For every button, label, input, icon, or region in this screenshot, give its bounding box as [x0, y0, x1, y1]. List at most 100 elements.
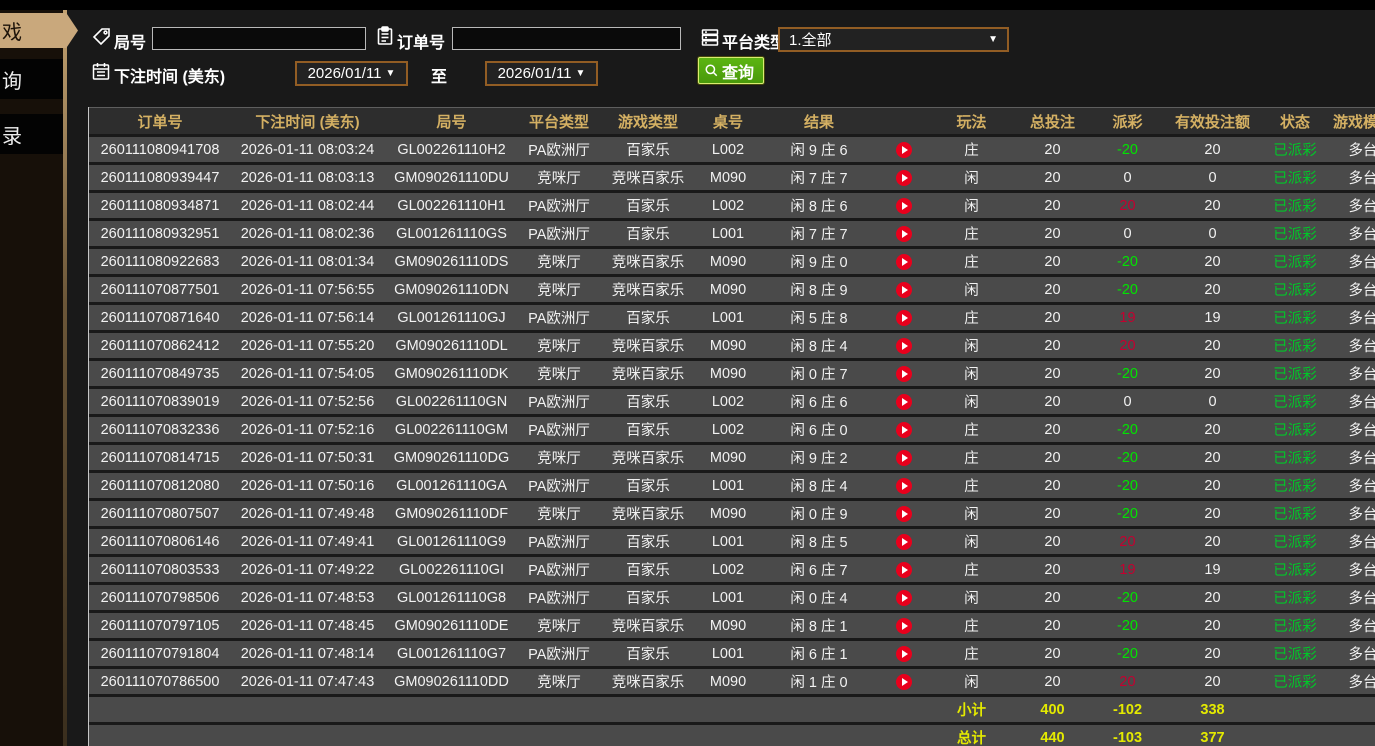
- cell-status: 已派彩: [1273, 367, 1317, 383]
- cell-game-mode: 多台: [1348, 143, 1375, 159]
- chevron-down-icon: ▼: [575, 68, 586, 79]
- cell-game-type: 百家乐: [626, 535, 670, 551]
- replay-play-icon[interactable]: [896, 505, 912, 522]
- header-payout: 派彩: [1112, 113, 1143, 131]
- replay-play-icon[interactable]: [896, 281, 912, 298]
- cell-status: 已派彩: [1273, 507, 1317, 523]
- cell-status: 已派彩: [1273, 283, 1317, 299]
- cell-game-type: 竞咪百家乐: [611, 451, 685, 467]
- replay-play-icon[interactable]: [896, 449, 912, 466]
- cell-round-no: GM090261110DE: [394, 617, 509, 634]
- cell-replay: [879, 417, 929, 442]
- replay-play-icon[interactable]: [896, 253, 912, 270]
- cell-game-type: 竞咪百家乐: [611, 171, 685, 187]
- cell-game-type: 百家乐: [626, 423, 670, 439]
- replay-play-icon[interactable]: [896, 421, 912, 438]
- cell-payout: 19: [1119, 561, 1136, 578]
- cell-order-no: 260111070849735: [100, 365, 220, 382]
- replay-play-icon[interactable]: [896, 309, 912, 326]
- cell-status: 已派彩: [1273, 619, 1317, 635]
- header-game-mode: 游戏模式: [1332, 113, 1375, 131]
- cell-round-no: GM090261110DG: [393, 449, 510, 466]
- cell-platform: 竞咪厅: [537, 451, 581, 467]
- cell-result: 闲 9 庄 0: [790, 255, 848, 271]
- order-no-input[interactable]: [452, 27, 681, 50]
- replay-play-icon[interactable]: [896, 197, 912, 214]
- date-to-value: 2026/01/11: [497, 65, 572, 82]
- cell-valid-bet: 20: [1204, 617, 1221, 634]
- header-game-type: 游戏类型: [617, 113, 678, 131]
- replay-play-icon[interactable]: [896, 225, 912, 242]
- round-no-input[interactable]: [152, 27, 366, 50]
- cell-payout: -20: [1117, 449, 1138, 466]
- date-to-select[interactable]: 2026/01/11 ▼: [485, 61, 598, 86]
- cell-bet-time: 2026-01-11 08:02:36: [240, 225, 375, 242]
- cell-bet-type: 庄: [964, 311, 979, 327]
- replay-play-icon[interactable]: [896, 141, 912, 158]
- cell-bet-time: 2026-01-11 07:55:20: [240, 337, 375, 354]
- cell-game-type: 百家乐: [626, 395, 670, 411]
- replay-play-icon[interactable]: [896, 365, 912, 382]
- replay-play-icon[interactable]: [896, 533, 912, 550]
- cell-platform: PA欧洲厅: [528, 199, 590, 215]
- cell-bet-time: 2026-01-11 07:48:45: [240, 617, 375, 634]
- cell-bet-time: 2026-01-11 08:01:34: [240, 253, 375, 270]
- cell-order-no: 260111070812080: [100, 477, 220, 494]
- chevron-down-icon: ▼: [385, 68, 396, 79]
- replay-play-icon[interactable]: [896, 645, 912, 662]
- cell-order-no: 260111080941708: [100, 141, 220, 158]
- cell-bet-time: 2026-01-11 08:03:24: [240, 141, 375, 158]
- cell-result: 闲 9 庄 6: [790, 143, 848, 159]
- sidebar-item-records[interactable]: 录: [0, 114, 63, 154]
- cell-status: 已派彩: [1273, 563, 1317, 579]
- bet-time-label: 下注时间 (美东): [114, 69, 226, 86]
- sidebar-item-game[interactable]: 戏: [0, 13, 78, 48]
- replay-play-icon[interactable]: [896, 393, 912, 410]
- replay-play-icon[interactable]: [896, 337, 912, 354]
- cell-replay: [879, 445, 929, 470]
- sidebar: 戏 询 录: [0, 10, 78, 746]
- cell-round-no: GL002261110GM: [394, 421, 509, 438]
- cell-game-type: 竞咪百家乐: [611, 619, 685, 635]
- total-row: 总计 440 -103 377: [89, 725, 1375, 746]
- cell-bet-type: 庄: [964, 423, 979, 439]
- table-body: 260111080941708 2026-01-11 08:03:24 GL00…: [89, 137, 1375, 694]
- clipboard-icon: [375, 26, 395, 46]
- replay-play-icon[interactable]: [896, 169, 912, 186]
- sidebar-item-query[interactable]: 询: [0, 59, 63, 99]
- cell-table-no: L002: [711, 421, 745, 438]
- platform-list-icon: [700, 27, 720, 47]
- cell-bet-type: 庄: [964, 143, 979, 159]
- replay-play-icon[interactable]: [896, 673, 912, 690]
- cell-platform: PA欧洲厅: [528, 591, 590, 607]
- cell-bet-type: 庄: [964, 619, 979, 635]
- platform-type-select[interactable]: 1.全部 ▼: [778, 27, 1009, 52]
- cell-order-no: 260111070786500: [100, 673, 220, 690]
- cell-valid-bet: 0: [1208, 169, 1217, 186]
- cell-replay: [879, 221, 929, 246]
- table-row: 260111070877501 2026-01-11 07:56:55 GM09…: [89, 277, 1375, 302]
- cell-result: 闲 8 庄 5: [790, 535, 848, 551]
- cell-valid-bet: 20: [1204, 337, 1221, 354]
- replay-play-icon[interactable]: [896, 561, 912, 578]
- cell-table-no: M090: [709, 449, 747, 466]
- cell-valid-bet: 20: [1204, 505, 1221, 522]
- cell-payout: -20: [1117, 617, 1138, 634]
- query-button-label: 查询: [722, 64, 755, 82]
- replay-play-icon[interactable]: [896, 589, 912, 606]
- cell-table-no: L002: [711, 197, 745, 214]
- query-button[interactable]: 查询: [698, 57, 765, 84]
- platform-type-label: 平台类型: [722, 35, 787, 52]
- cell-result: 闲 6 庄 7: [790, 563, 848, 579]
- replay-play-icon[interactable]: [896, 617, 912, 634]
- date-from-select[interactable]: 2026/01/11 ▼: [295, 61, 408, 86]
- cell-replay: [879, 669, 929, 694]
- cell-status: 已派彩: [1273, 423, 1317, 439]
- table-row: 260111070797105 2026-01-11 07:48:45 GM09…: [89, 613, 1375, 638]
- cell-game-mode: 多台: [1348, 367, 1375, 383]
- cell-total-bet: 20: [1044, 617, 1061, 634]
- cell-platform: 竞咪厅: [537, 507, 581, 523]
- cell-total-bet: 20: [1044, 421, 1061, 438]
- replay-play-icon[interactable]: [896, 477, 912, 494]
- header-total-bet: 总投注: [1029, 113, 1075, 131]
